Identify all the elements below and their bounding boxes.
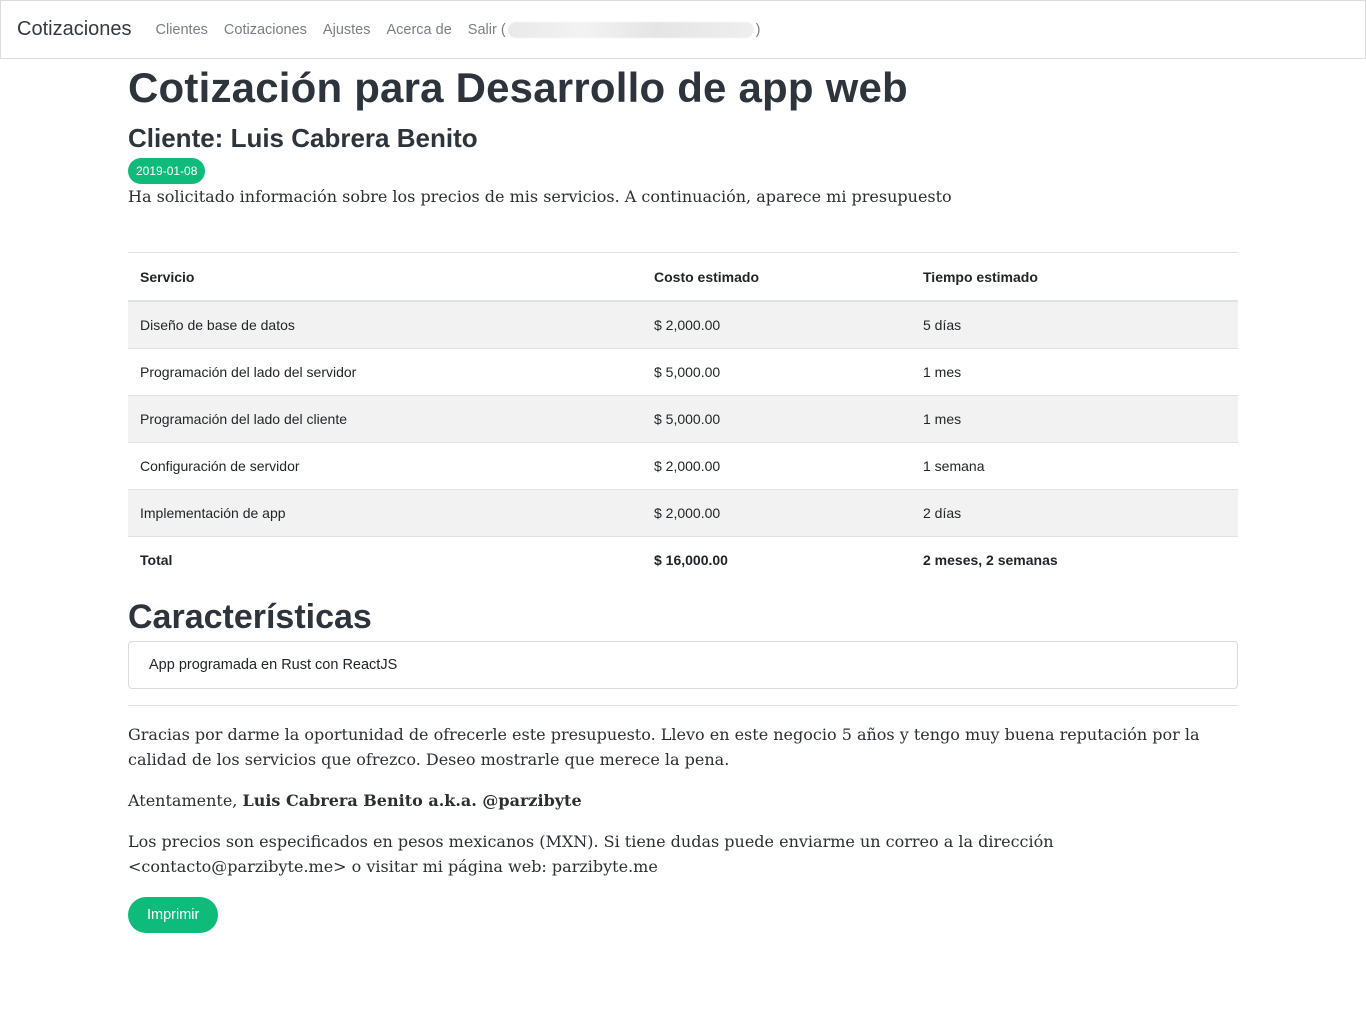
header-tiempo: Tiempo estimado <box>911 252 1238 302</box>
cell-servicio: Configuración de servidor <box>128 442 642 490</box>
cell-costo: $ 2,000.00 <box>642 300 911 349</box>
nav-links: Clientes Cotizaciones Ajustes Acerca de … <box>148 21 769 38</box>
logout-label: Salir ( <box>467 21 506 38</box>
regards-text: Atentamente, Luis Cabrera Benito a.k.a. … <box>128 788 1238 813</box>
divider <box>128 705 1238 706</box>
pricing-note: Los precios son especificados en pesos m… <box>128 832 1054 876</box>
table-row: Programación del lado del cliente $ 5,00… <box>128 395 1238 443</box>
nav-link-cotizaciones[interactable]: Cotizaciones <box>224 22 307 38</box>
top-navbar: Cotizaciones Clientes Cotizaciones Ajust… <box>0 0 1366 59</box>
table-total-row: Total $ 16,000.00 2 meses, 2 semanas <box>128 536 1238 583</box>
nav-link-ajustes[interactable]: Ajustes <box>323 22 371 38</box>
cell-costo: $ 2,000.00 <box>642 489 911 537</box>
regards-name: Luis Cabrera Benito a.k.a. @parzibyte <box>242 791 582 810</box>
nav-link-acerca-de[interactable]: Acerca de <box>386 22 451 38</box>
redacted-user-email <box>507 21 754 38</box>
cell-tiempo: 1 semana <box>911 442 1238 490</box>
cell-servicio: Implementación de app <box>128 489 642 537</box>
page-title: Cotización para Desarrollo de app web <box>128 64 908 111</box>
client-name: Cliente: Luis Cabrera Benito <box>128 123 478 153</box>
total-label: Total <box>128 536 642 583</box>
cell-costo: $ 5,000.00 <box>642 395 911 443</box>
cell-tiempo: 5 días <box>911 300 1238 349</box>
logout-suffix: ) <box>755 21 761 38</box>
cell-costo: $ 2,000.00 <box>642 442 911 490</box>
cell-servicio: Diseño de base de datos <box>128 300 642 349</box>
total-time: 2 meses, 2 semanas <box>911 536 1238 583</box>
features-title: Características <box>128 598 372 636</box>
nav-link-clientes[interactable]: Clientes <box>156 22 208 38</box>
table-row: Programación del lado del servidor $ 5,0… <box>128 348 1238 396</box>
cell-tiempo: 1 mes <box>911 348 1238 396</box>
services-table: Servicio Costo estimado Tiempo estimado … <box>128 252 1238 583</box>
cell-servicio: Programación del lado del cliente <box>128 395 642 443</box>
cell-tiempo: 2 días <box>911 489 1238 537</box>
table-row: Diseño de base de datos $ 2,000.00 5 día… <box>128 300 1238 349</box>
total-cost: $ 16,000.00 <box>642 536 911 583</box>
header-costo: Costo estimado <box>642 252 911 302</box>
brand-link[interactable]: Cotizaciones <box>17 18 132 41</box>
date-badge: 2019-01-08 <box>128 158 206 184</box>
table-row: Implementación de app $ 2,000.00 2 días <box>128 489 1238 537</box>
table-header-row: Servicio Costo estimado Tiempo estimado <box>128 252 1238 302</box>
regards-prefix: Atentamente, <box>128 791 243 810</box>
services-table-wrapper: Servicio Costo estimado Tiempo estimado … <box>128 252 1238 583</box>
nav-link-salir[interactable]: Salir ( ) <box>467 21 761 38</box>
cell-costo: $ 5,000.00 <box>642 348 911 396</box>
cell-tiempo: 1 mes <box>911 395 1238 443</box>
thanks-text: Gracias por darme la oportunidad de ofre… <box>128 725 1200 769</box>
feature-item: App programada en Rust con ReactJS <box>128 641 1238 689</box>
print-button[interactable]: Imprimir <box>128 897 219 933</box>
header-servicio: Servicio <box>128 252 642 302</box>
table-row: Configuración de servidor $ 2,000.00 1 s… <box>128 442 1238 490</box>
cell-servicio: Programación del lado del servidor <box>128 348 642 396</box>
intro-text: Ha solicitado información sobre los prec… <box>128 187 952 206</box>
quote-container: Cotización para Desarrollo de app web Cl… <box>128 58 1238 933</box>
